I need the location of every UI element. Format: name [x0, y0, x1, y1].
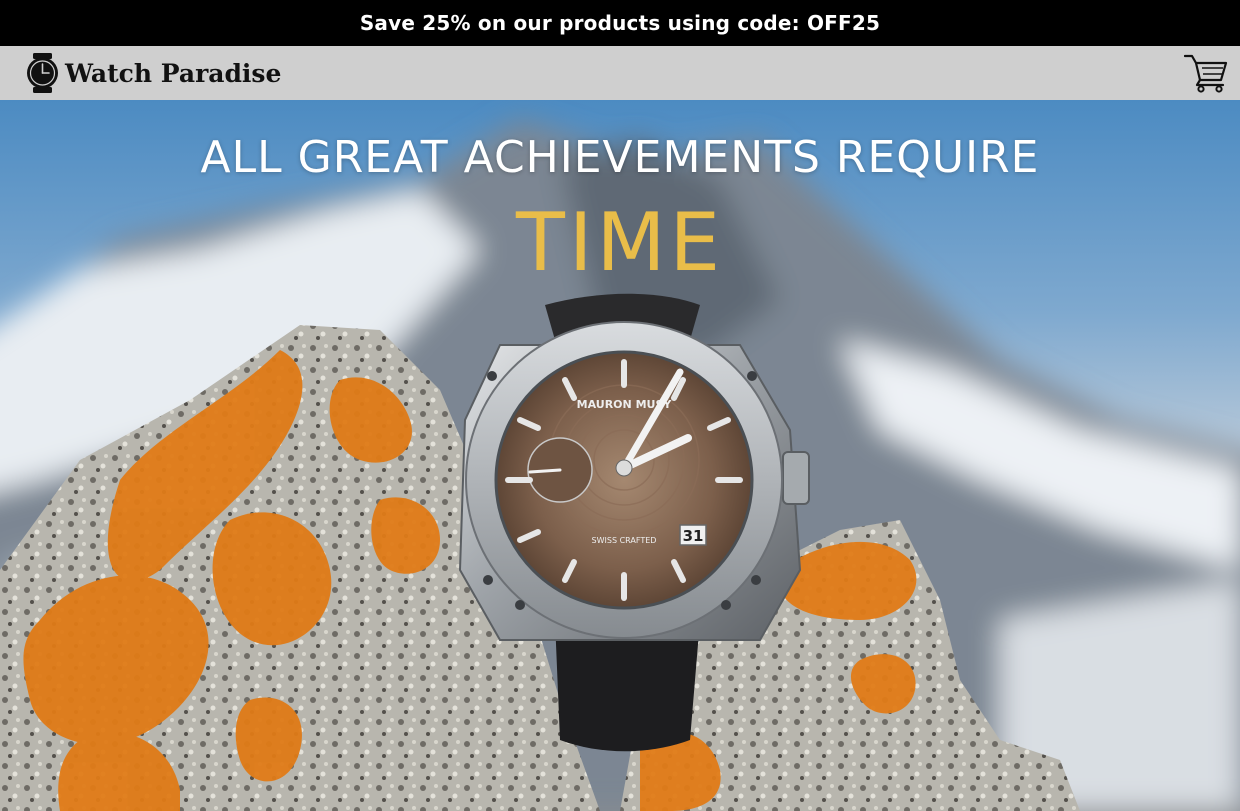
- navbar: Watch Paradise: [0, 46, 1240, 100]
- hero-banner: 31 MAURON MUSY SWISS CRAFTED ALL GREAT A…: [0, 100, 1240, 811]
- watch-date: 31: [683, 527, 704, 545]
- watch-icon: [27, 53, 58, 93]
- brand-name: Watch Paradise: [65, 58, 282, 88]
- watch-swiss-text: SWISS CRAFTED: [592, 536, 657, 545]
- shopping-cart-icon[interactable]: [1184, 53, 1228, 93]
- promo-banner: Save 25% on our products using code: OFF…: [0, 0, 1240, 46]
- hero-accent-word: TIME: [515, 196, 725, 289]
- hero-headline: ALL GREAT ACHIEVEMENTS REQUIRE: [200, 132, 1040, 183]
- promo-text: Save 25% on our products using code: OFF…: [359, 11, 881, 35]
- brand-home-link[interactable]: Watch Paradise: [26, 53, 281, 93]
